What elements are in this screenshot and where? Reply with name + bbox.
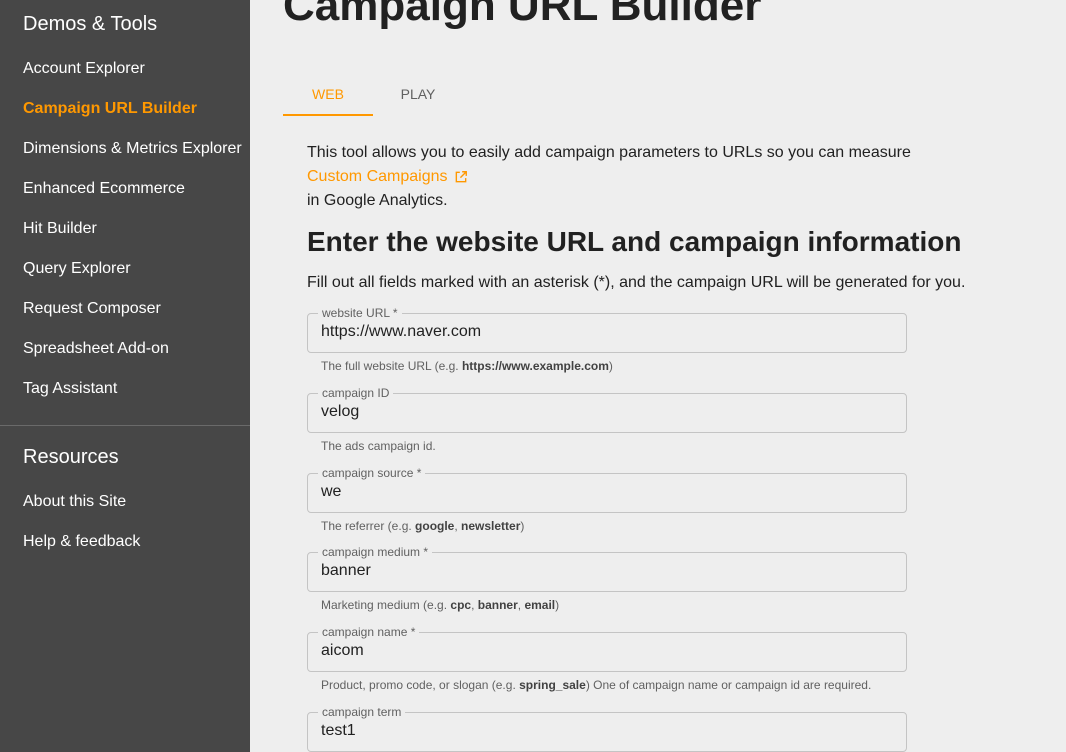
helper-example: cpc	[450, 598, 472, 612]
helper-text: )	[555, 598, 560, 612]
helper-text: )	[608, 359, 613, 373]
helper-example: banner	[477, 598, 518, 612]
main-content: Campaign URL Builder WEB PLAY This tool …	[250, 0, 1066, 752]
helper-text: Product, promo code, or slogan (e.g.	[321, 678, 520, 692]
helper-text: The referrer (e.g.	[321, 519, 416, 533]
campaign-id-input[interactable]	[321, 403, 891, 421]
helper-text: ,	[471, 598, 478, 612]
helper-example: newsletter	[461, 519, 521, 533]
website-url-helper: The full website URL (e.g. https://www.e…	[321, 359, 613, 373]
website-url-label: website URL *	[318, 306, 402, 320]
sidebar-item-help-feedback[interactable]: Help & feedback	[23, 533, 140, 551]
custom-campaigns-link-label: Custom Campaigns	[307, 168, 448, 185]
sidebar-item-enhanced-ecommerce[interactable]: Enhanced Ecommerce	[23, 180, 185, 198]
campaign-source-helper: The referrer (e.g. google, newsletter)	[321, 519, 524, 533]
campaign-source-field: campaign source *	[307, 466, 907, 513]
sidebar-divider	[0, 425, 250, 426]
campaign-medium-input[interactable]	[321, 562, 891, 580]
sidebar-item-hit-builder[interactable]: Hit Builder	[23, 220, 97, 238]
campaign-id-helper: The ads campaign id.	[321, 439, 436, 453]
helper-example: email	[524, 598, 556, 612]
sidebar-item-dimensions-metrics-explorer[interactable]: Dimensions & Metrics Explorer	[23, 140, 242, 158]
campaign-name-label: campaign name *	[318, 625, 420, 639]
campaign-medium-field: campaign medium *	[307, 545, 907, 592]
intro-line-1: This tool allows you to easily add campa…	[307, 144, 911, 161]
custom-campaigns-link[interactable]: Custom Campaigns	[307, 165, 468, 189]
helper-text: Marketing medium (e.g.	[321, 598, 451, 612]
helper-text: ) One of campaign name or campaign id ar…	[585, 678, 872, 692]
campaign-id-label: campaign ID	[318, 386, 394, 400]
campaign-medium-helper: Marketing medium (e.g. cpc, banner, emai…	[321, 598, 559, 612]
tab-web[interactable]: WEB	[283, 72, 373, 116]
helper-text: The full website URL (e.g.	[321, 359, 462, 373]
campaign-source-label: campaign source *	[318, 466, 426, 480]
active-tab-indicator	[283, 114, 373, 116]
external-link-icon	[455, 171, 467, 183]
sidebar-item-spreadsheet-add-on[interactable]: Spreadsheet Add-on	[23, 340, 169, 358]
intro-text: This tool allows you to easily add campa…	[307, 141, 911, 213]
sidebar-item-about-this-site[interactable]: About this Site	[23, 493, 126, 511]
campaign-source-input[interactable]	[321, 483, 891, 501]
instructions-text: Fill out all fields marked with an aster…	[307, 274, 966, 291]
page-title: Campaign URL Builder	[283, 0, 762, 30]
sidebar: Demos & Tools Account Explorer Campaign …	[0, 0, 250, 752]
sidebar-item-query-explorer[interactable]: Query Explorer	[23, 260, 131, 278]
campaign-id-field: campaign ID	[307, 386, 907, 433]
sidebar-item-campaign-url-builder[interactable]: Campaign URL Builder	[23, 100, 197, 118]
website-url-input[interactable]	[321, 323, 891, 341]
campaign-name-helper: Product, promo code, or slogan (e.g. spr…	[321, 678, 871, 692]
resources-heading: Resources	[23, 446, 119, 468]
campaign-term-label: campaign term	[318, 705, 406, 719]
helper-example: google	[415, 519, 455, 533]
campaign-medium-label: campaign medium *	[318, 545, 433, 559]
website-url-field: website URL *	[307, 306, 907, 353]
helper-example: spring_sale	[519, 678, 586, 692]
campaign-name-input[interactable]	[321, 642, 891, 660]
helper-text: The ads campaign id.	[321, 439, 436, 453]
sidebar-item-request-composer[interactable]: Request Composer	[23, 300, 161, 318]
campaign-term-field: campaign term	[307, 705, 907, 752]
sidebar-item-account-explorer[interactable]: Account Explorer	[23, 60, 145, 78]
intro-line-3: in Google Analytics.	[307, 192, 448, 209]
demos-tools-heading: Demos & Tools	[23, 13, 158, 35]
section-title: Enter the website URL and campaign infor…	[307, 226, 962, 257]
campaign-term-input[interactable]	[321, 722, 891, 740]
sidebar-item-tag-assistant[interactable]: Tag Assistant	[23, 380, 117, 398]
tab-play[interactable]: PLAY	[373, 72, 463, 116]
helper-text: )	[520, 519, 525, 533]
campaign-name-field: campaign name *	[307, 625, 907, 672]
helper-example: https://www.example.com	[461, 359, 609, 373]
